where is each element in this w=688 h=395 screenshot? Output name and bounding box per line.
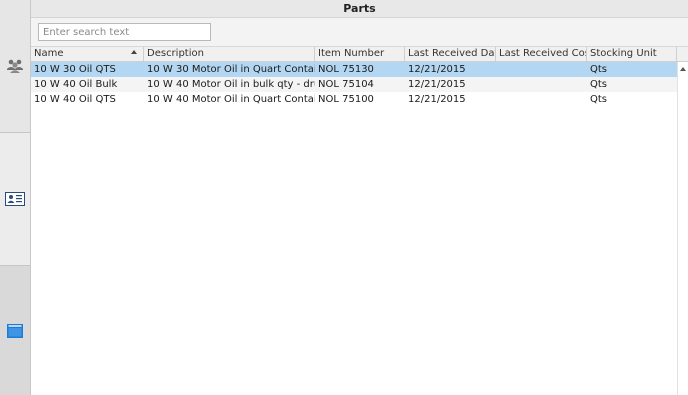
cell-item-number: NOL 75130 [318,64,374,75]
main-panel: Parts Name Description Item Number Last … [31,0,688,395]
cell-last-received-date: 12/21/2015 [408,79,466,90]
cell-last-received-cost [496,62,587,77]
sort-ascending-icon [131,50,137,54]
cell-stocking-unit: Qts [590,64,608,75]
cell-last-received-date: 12/21/2015 [408,64,466,75]
cell-last-received-cost [496,77,587,92]
window-title: Parts [31,0,688,18]
cell-name: 10 W 40 Oil QTS [34,94,116,105]
cell-last-received-cost [496,92,587,107]
left-rail [0,0,31,395]
table-row[interactable]: 10 W 30 Oil QTS 10 W 30 Motor Oil in Qua… [31,62,677,77]
cell-item-number: NOL 75104 [318,79,374,90]
cell-stocking-unit: Qts [590,94,608,105]
column-header-item-number[interactable]: Item Number [315,47,405,62]
table-row[interactable]: 10 W 40 Oil QTS 10 W 40 Motor Oil in Qua… [31,92,677,107]
table-row[interactable]: 10 W 40 Oil Bulk 10 W 40 Motor Oil in bu… [31,77,677,92]
column-header-label: Name [34,48,64,59]
grid-header: Name Description Item Number Last Receiv… [31,46,688,62]
cell-description: 10 W 40 Motor Oil in Quart Containers [147,94,315,105]
window-icon [7,323,23,338]
cell-item-number: NOL 75100 [318,94,374,105]
rail-item-people[interactable] [0,0,30,133]
cell-name: 10 W 40 Oil Bulk [34,79,118,90]
contact-card-icon [5,192,25,206]
cell-description: 10 W 40 Motor Oil in bulk qty - drums [147,79,315,90]
column-header-last-received-cost[interactable]: Last Received Cost [496,47,587,62]
cell-last-received-date: 12/21/2015 [408,94,466,105]
parts-grid: Name Description Item Number Last Receiv… [31,46,688,395]
cell-stocking-unit: Qts [590,79,608,90]
column-header-last-received-date[interactable]: Last Received Date [405,47,496,62]
rail-item-contact-card[interactable] [0,133,30,266]
column-header-spacer [677,47,688,62]
cell-name: 10 W 30 Oil QTS [34,64,116,75]
cell-description: 10 W 30 Motor Oil in Quart Containers [147,64,315,75]
column-header-stocking-unit[interactable]: Stocking Unit [587,47,677,62]
search-input[interactable] [38,23,211,41]
people-icon [6,58,24,74]
search-area [31,18,688,46]
vertical-scrollbar[interactable] [677,62,688,395]
rail-item-window[interactable] [0,266,30,395]
column-header-description[interactable]: Description [144,47,315,62]
scroll-up-icon[interactable] [680,67,686,71]
column-header-name[interactable]: Name [31,47,144,62]
